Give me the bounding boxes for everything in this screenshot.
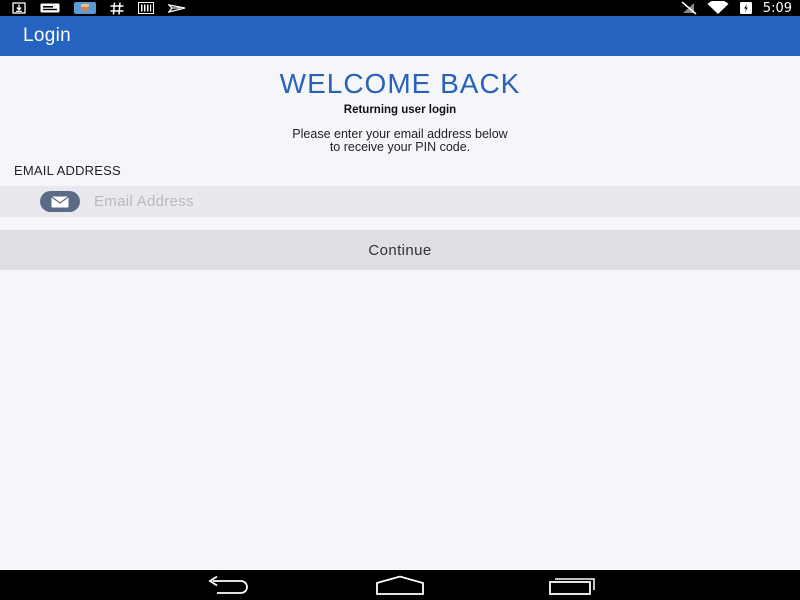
envelope-icon (40, 191, 80, 212)
battery-icon (739, 1, 753, 15)
airplane-notification-icon (168, 2, 186, 14)
recents-icon[interactable] (548, 575, 596, 595)
app-bar: Login (0, 16, 800, 56)
back-icon[interactable] (205, 575, 251, 595)
status-bar-system: 5:09 (681, 0, 792, 16)
status-bar: 5:09 (0, 0, 800, 16)
email-input[interactable] (94, 190, 774, 213)
signal-muted-icon (681, 1, 697, 15)
message-icon (40, 3, 60, 13)
continue-button[interactable]: Continue (0, 230, 800, 270)
status-time: 5:09 (762, 0, 792, 16)
instruction-text: Please enter your email address below to… (200, 128, 600, 154)
barcode-icon (138, 2, 154, 14)
status-bar-notifications (12, 1, 186, 15)
welcome-heading: WELCOME BACK (279, 68, 521, 99)
instruction-line-2: to receive your PIN code. (329, 140, 471, 154)
email-label: EMAIL ADDRESS (14, 163, 121, 178)
hash-icon (110, 1, 124, 15)
home-icon[interactable] (375, 575, 425, 595)
download-icon (12, 2, 26, 14)
email-field-row (0, 186, 800, 217)
page-title: Login (23, 25, 71, 46)
photo-icon (74, 2, 96, 14)
navigation-bar (0, 570, 800, 600)
wifi-icon (707, 1, 729, 15)
login-subheading: Returning user login (343, 104, 457, 116)
